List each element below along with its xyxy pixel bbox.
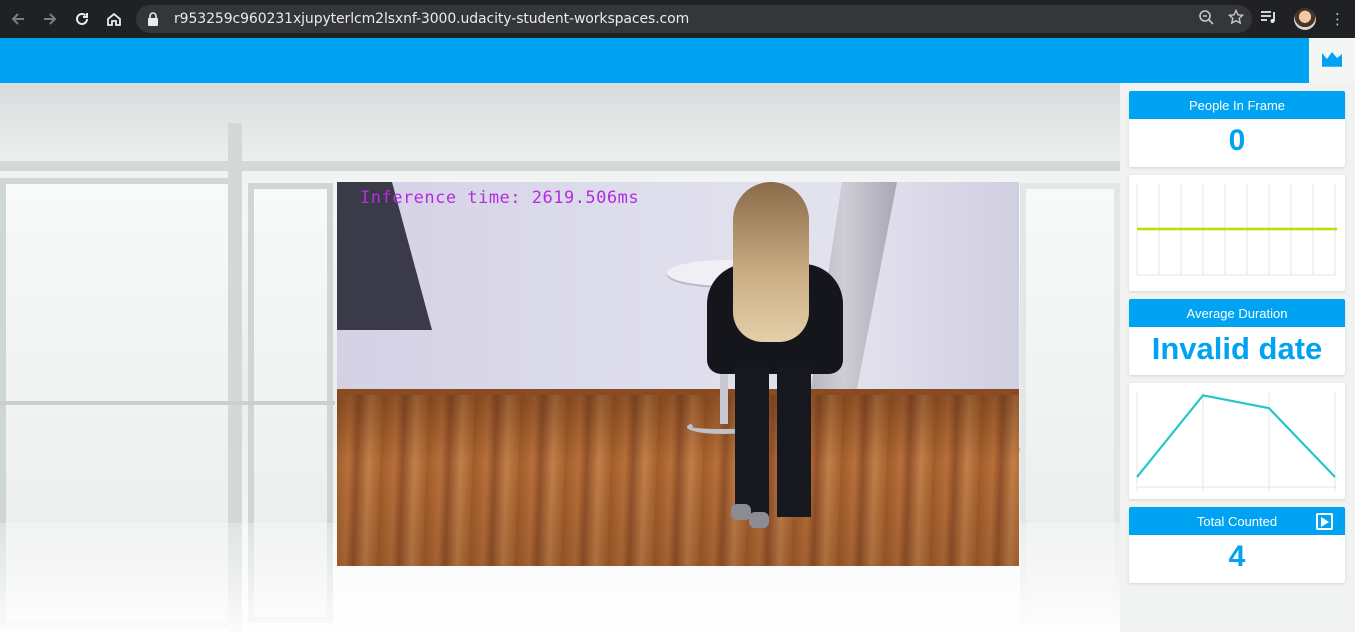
total-counted-title: Total Counted [1196, 513, 1278, 529]
average-duration-title: Average Duration [1129, 299, 1345, 327]
home-icon[interactable] [98, 3, 130, 35]
people-in-frame-value: 0 [1228, 124, 1246, 157]
total-counted-card: Total Counted 4 [1129, 507, 1345, 583]
back-icon[interactable] [2, 3, 34, 35]
reload-icon[interactable] [66, 3, 98, 35]
people-in-frame-chart [1129, 175, 1345, 291]
media-icon[interactable] [1260, 9, 1278, 30]
url-text: r953259c960231xjupyterlcm2lsxnf-3000.uda… [174, 11, 690, 27]
forward-icon[interactable] [34, 3, 66, 35]
inference-time-label: Inference time: 2619.506ms [360, 188, 640, 208]
play-icon[interactable] [1316, 513, 1333, 530]
avatar[interactable] [1294, 8, 1316, 30]
menu-icon[interactable]: ⋮ [1330, 10, 1345, 28]
duration-series-line [1136, 394, 1336, 478]
people-in-frame-title: People In Frame [1129, 91, 1345, 119]
lock-icon [146, 12, 160, 26]
average-duration-card: Average Duration Invalid date [1129, 299, 1345, 375]
star-icon[interactable] [1227, 8, 1245, 30]
people-in-frame-card: People In Frame 0 [1129, 91, 1345, 167]
total-counted-value: 4 [1228, 540, 1246, 573]
address-bar[interactable]: r953259c960231xjupyterlcm2lsxnf-3000.uda… [136, 5, 1252, 33]
person-figure [705, 182, 845, 528]
app-header [0, 38, 1355, 83]
area-chart-icon [1321, 49, 1343, 72]
average-duration-value: Invalid date [1151, 331, 1323, 366]
stats-tab[interactable] [1309, 38, 1355, 83]
video-frame: Inference time: 2619.506ms [337, 182, 1019, 566]
zoom-icon[interactable] [1198, 9, 1214, 30]
stats-sidebar: People In Frame 0 Average Duration Inval… [1120, 83, 1355, 632]
duration-chart [1129, 383, 1345, 499]
browser-toolbar: r953259c960231xjupyterlcm2lsxnf-3000.uda… [0, 0, 1355, 38]
